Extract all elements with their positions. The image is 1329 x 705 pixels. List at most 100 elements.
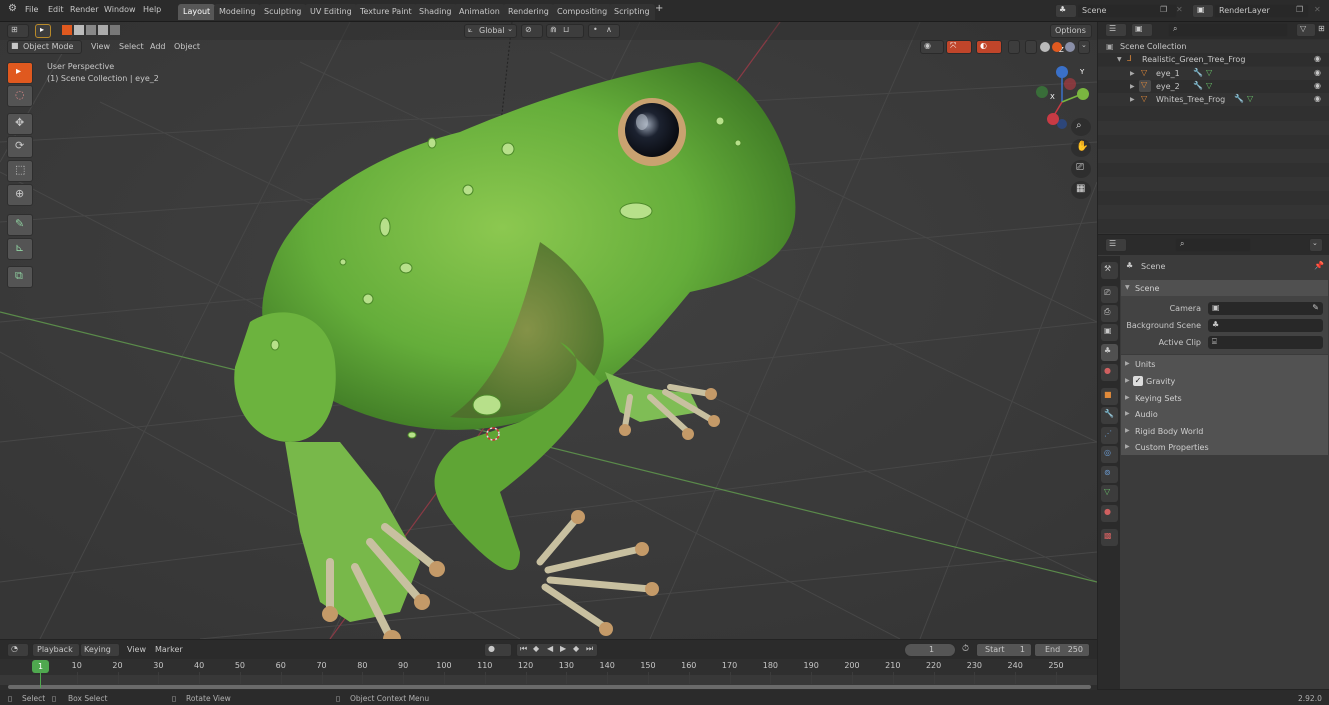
shading-material-button[interactable] <box>1052 42 1062 52</box>
properties-editor-type[interactable]: ☰ <box>1105 238 1127 252</box>
mode-dropdown[interactable]: ■ Object Mode <box>7 40 82 54</box>
tool-add-cube[interactable]: ⧉ <box>7 266 33 288</box>
tool-measure[interactable]: ⊾ <box>7 238 33 260</box>
next-keyframe-icon[interactable]: ◆ <box>573 644 579 653</box>
properties-options-dropdown[interactable]: ⌄ <box>1309 238 1323 252</box>
timeline-scrollbar[interactable] <box>8 685 1091 689</box>
menu-window[interactable]: Window <box>104 5 136 14</box>
pivot-point-dropdown[interactable]: ⊘ <box>521 24 543 38</box>
outliner-row[interactable]: ▶ ▽ Whites_Tree_Frog 🔧 ▽ ◉ <box>1098 93 1329 106</box>
properties-search-input[interactable]: ⌕ <box>1175 238 1251 252</box>
tab-scripting[interactable]: Scripting <box>609 4 655 20</box>
tool-transform[interactable]: ⊕ <box>7 184 33 206</box>
menu-render[interactable]: Render <box>70 5 98 14</box>
tab-constraints[interactable]: ⊚ <box>1101 466 1118 483</box>
start-frame-field[interactable]: Start 1 <box>976 643 1032 657</box>
panel-units[interactable]: ▶ Units <box>1121 356 1328 372</box>
auto-keying-toggle[interactable]: ● <box>484 643 512 657</box>
panel-audio[interactable]: ▶ Audio <box>1121 406 1328 422</box>
new-viewlayer-icon[interactable]: ❐ <box>1296 5 1303 14</box>
tab-shading[interactable]: Shading <box>414 4 457 20</box>
prev-keyframe-icon[interactable]: ◆ <box>533 644 539 653</box>
tool-cursor[interactable]: ◌ <box>7 85 33 107</box>
tab-view-layer[interactable]: ▣ <box>1101 324 1118 341</box>
panel-gravity[interactable]: ▶ ✓ Gravity <box>1121 373 1328 389</box>
play-icon[interactable]: ▶ <box>560 644 566 653</box>
transform-orientation-dropdown[interactable]: ⟀ Global ⌄ <box>464 24 517 38</box>
outliner-row[interactable]: ▼ ⅃ Realistic_Green_Tree_Frog ◉ <box>1098 53 1329 66</box>
menu-select[interactable]: Select <box>119 42 144 51</box>
eye-icon[interactable]: ◉ <box>1314 68 1321 77</box>
active-clip-field[interactable]: ⌸ <box>1208 336 1323 349</box>
expand-right-icon[interactable]: ▶ <box>1130 70 1135 77</box>
select-mode-invert-icon[interactable] <box>98 25 108 35</box>
menu-view[interactable]: View <box>91 42 110 51</box>
tab-scene[interactable]: ♣ <box>1101 344 1118 361</box>
proportional-edit-toggle[interactable]: • ∧ <box>588 24 620 38</box>
panel-keying-sets[interactable]: ▶ Keying Sets <box>1121 390 1328 406</box>
blender-logo-icon[interactable]: ⚙ <box>8 3 17 14</box>
tab-material[interactable]: ● <box>1101 505 1118 522</box>
tool-select-box[interactable]: ▸ <box>7 62 33 84</box>
tool-scale[interactable]: ⬚ <box>7 160 33 182</box>
render-layer-field[interactable]: RenderLayer <box>1214 4 1309 18</box>
shading-solid-button[interactable] <box>1040 42 1050 52</box>
jump-start-icon[interactable]: ⏮ <box>520 644 527 654</box>
background-scene-field[interactable]: ♣ <box>1208 319 1323 332</box>
keying-dropdown[interactable]: Keying <box>80 643 120 657</box>
pan-view-button[interactable]: ✋ <box>1071 139 1091 157</box>
new-scene-icon[interactable]: ❐ <box>1160 5 1167 14</box>
xray-toggle[interactable] <box>1008 40 1020 54</box>
menu-marker[interactable]: Marker <box>155 645 183 654</box>
camera-field[interactable]: ▣ ✎ <box>1208 302 1323 315</box>
panel-custom-properties[interactable]: ▶ Custom Properties <box>1121 439 1328 455</box>
tab-texture-paint[interactable]: Texture Paint <box>355 4 417 20</box>
end-frame-field[interactable]: End 250 <box>1034 643 1090 657</box>
tab-world[interactable]: ● <box>1101 364 1118 381</box>
expand-down-icon[interactable]: ▼ <box>1117 56 1122 63</box>
add-workspace-button[interactable]: + <box>655 3 663 14</box>
tab-modeling[interactable]: Modeling <box>214 4 261 20</box>
overlays-toggle[interactable]: ◐ <box>976 40 1002 54</box>
filter-dropdown[interactable]: ▽ <box>1296 23 1316 37</box>
gizmo-toggle[interactable]: ⤧ <box>946 40 972 54</box>
delete-scene-icon[interactable]: ✕ <box>1176 5 1183 14</box>
eye-icon[interactable]: ◉ <box>1314 81 1321 90</box>
outliner-row[interactable]: ▶ ▽ eye_1 🔧 ▽ ◉ <box>1098 67 1329 80</box>
editor-type-button[interactable]: ⊞ <box>7 24 29 38</box>
menu-object[interactable]: Object <box>174 42 200 51</box>
select-mode-new-icon[interactable] <box>62 25 72 35</box>
expand-right-icon[interactable]: ▶ <box>1130 83 1135 90</box>
new-collection-icon[interactable]: ⊞ <box>1318 24 1325 33</box>
tool-rotate[interactable]: ⟳ <box>7 136 33 158</box>
menu-help[interactable]: Help <box>143 5 161 14</box>
playback-dropdown[interactable]: Playback <box>32 643 80 657</box>
play-reverse-icon[interactable]: ◀ <box>547 644 553 653</box>
menu-view[interactable]: View <box>127 645 146 654</box>
visibility-dropdown[interactable]: ◉ <box>920 40 944 54</box>
shading-rendered-button[interactable] <box>1065 42 1075 52</box>
menu-edit[interactable]: Edit <box>48 5 64 14</box>
stopwatch-icon[interactable]: ⏱ <box>962 644 969 654</box>
playhead[interactable]: 1 <box>32 660 49 673</box>
menu-file[interactable]: File <box>25 5 38 14</box>
tab-physics[interactable]: ◎ <box>1101 446 1118 463</box>
eye-icon[interactable]: ◉ <box>1314 54 1321 63</box>
keyframe-area[interactable] <box>0 675 1097 685</box>
current-frame-field[interactable]: 1 <box>904 643 956 657</box>
ortho-toggle-button[interactable]: ▦ <box>1071 181 1091 199</box>
select-tool-indicator[interactable]: ▸ <box>35 24 51 38</box>
delete-viewlayer-icon[interactable]: ✕ <box>1314 5 1321 14</box>
tab-output[interactable]: ⎙ <box>1101 305 1118 322</box>
select-mode-intersect-icon[interactable] <box>110 25 120 35</box>
shading-options-dropdown[interactable]: ⌄ <box>1078 40 1090 54</box>
shading-wireframe-button[interactable] <box>1025 40 1037 54</box>
tool-move[interactable]: ✥ <box>7 113 33 135</box>
tab-object[interactable]: ■ <box>1101 388 1118 405</box>
gravity-checkbox[interactable]: ✓ <box>1133 376 1143 386</box>
tab-layout[interactable]: Layout <box>178 4 216 20</box>
tab-modifiers[interactable]: 🔧 <box>1101 407 1118 424</box>
tab-render[interactable]: ⎚ <box>1101 286 1118 303</box>
display-mode-dropdown[interactable]: ▣ <box>1131 23 1153 37</box>
snap-dropdown[interactable]: ⋒ ⊔ <box>546 24 584 38</box>
